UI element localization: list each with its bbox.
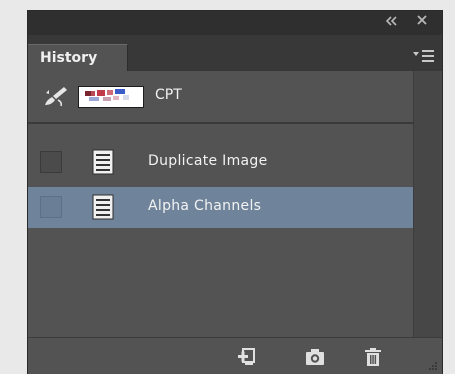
snapshot-thumbnail [78, 86, 144, 108]
history-source-checkbox[interactable] [40, 151, 62, 173]
document-state-icon [92, 194, 114, 220]
history-source-checkbox[interactable] [40, 196, 62, 218]
history-state-label: Alpha Channels [148, 198, 262, 214]
resize-grip-icon[interactable] [426, 358, 438, 370]
history-panel: History CPT Duplicate Image Alpha Channe… [28, 11, 442, 374]
close-icon[interactable] [416, 14, 428, 31]
history-brush-icon[interactable] [43, 85, 69, 107]
camera-icon[interactable] [304, 347, 326, 367]
tab-history[interactable]: History [28, 44, 128, 71]
panel-resize-handle[interactable] [203, 367, 263, 374]
snapshot-row[interactable]: CPT [28, 71, 413, 124]
trash-icon[interactable] [362, 347, 384, 367]
snapshot-label: CPT [155, 87, 182, 103]
tab-history-label: History [40, 50, 98, 66]
history-state-label: Duplicate Image [148, 153, 268, 169]
history-list: CPT Duplicate Image Alpha Channels [28, 71, 413, 337]
document-state-icon [92, 149, 114, 175]
tab-strip: History [28, 35, 442, 71]
new-document-from-state-icon[interactable] [235, 347, 257, 367]
scrollbar-track[interactable] [413, 71, 442, 337]
history-state-row[interactable]: Duplicate Image [28, 142, 413, 183]
panel-menu-icon[interactable] [412, 48, 436, 64]
panel-title-bar [28, 11, 442, 35]
history-state-row-selected[interactable]: Alpha Channels [28, 187, 413, 228]
double-chevron-left-icon[interactable] [384, 14, 398, 33]
